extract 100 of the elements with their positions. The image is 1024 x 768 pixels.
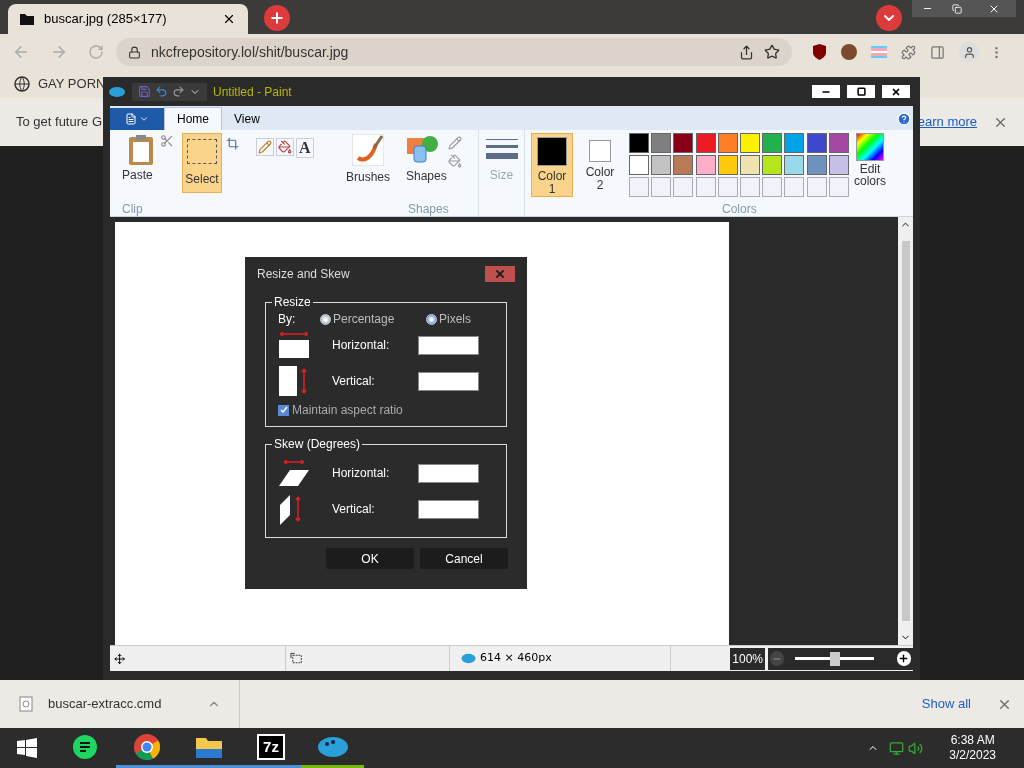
selection-icon [187, 139, 217, 164]
file-icon [18, 696, 34, 712]
palette-swatch[interactable] [695, 155, 716, 175]
window-title: Untitled - Paint [213, 83, 292, 101]
radio-option[interactable]: Pixels [426, 310, 471, 328]
palette-swatch[interactable] [784, 133, 805, 153]
scroll-thumb[interactable] [901, 241, 910, 621]
palette-swatch[interactable] [651, 133, 672, 153]
fill-icon[interactable] [276, 138, 294, 156]
scissors-icon[interactable] [160, 134, 174, 148]
close-button[interactable] [882, 85, 910, 98]
fill-icon[interactable] [448, 154, 462, 168]
group-label: Colors [722, 201, 757, 218]
field-label: Vertical: [332, 501, 376, 518]
undo-icon[interactable] [155, 85, 168, 98]
horizontal-resize-field[interactable] [418, 335, 479, 355]
profile-icon[interactable] [959, 42, 979, 62]
restore-icon [952, 3, 962, 14]
palette-swatch[interactable] [717, 133, 738, 153]
address-bar[interactable]: nkcfrepository.lol/shit/buscar.jpg [116, 38, 792, 66]
palette-swatch[interactable] [629, 155, 649, 175]
vertical-skew-field[interactable] [418, 499, 479, 519]
line-width-icon [485, 138, 518, 160]
dialog-button[interactable]: Cancel [420, 548, 508, 569]
notes-app-icon [72, 733, 98, 760]
palette-swatch[interactable] [828, 133, 849, 153]
file-name: buscar-extracc.cmd [48, 695, 162, 714]
plus-icon [269, 10, 285, 26]
dialog-button[interactable]: OK [326, 548, 414, 569]
taskbar-app[interactable]: 7z [240, 728, 302, 768]
palette-swatch[interactable] [806, 133, 827, 153]
show-all-link[interactable]: Show all [921, 694, 971, 714]
image-size: 614 × 460px [480, 650, 553, 667]
palette-swatch[interactable] [762, 133, 783, 153]
bookmark-star-icon[interactable] [764, 44, 780, 60]
palette-swatch[interactable] [740, 155, 760, 175]
document-icon [125, 113, 137, 125]
horizontal-skew-field[interactable] [418, 463, 479, 483]
crop-icon[interactable] [226, 137, 239, 150]
color-slot[interactable]: Color 2 [579, 133, 621, 197]
shield-icon[interactable] [812, 44, 827, 60]
aspect-ratio-checkbox[interactable]: Maintain aspect ratio [278, 401, 403, 419]
palette-swatch[interactable] [740, 133, 760, 153]
palette-swatch[interactable] [629, 133, 649, 153]
extensions-icon[interactable] [901, 44, 916, 60]
group-legend: Skew (Degrees) [272, 436, 363, 452]
zoom-level: 100% [730, 647, 765, 670]
file-menu-button[interactable] [110, 108, 164, 130]
browser-tab[interactable]: buscar.jpg (285×177) [8, 4, 248, 34]
close-icon[interactable] [222, 12, 236, 26]
zoom-out-icon[interactable] [770, 651, 785, 666]
palette-swatch[interactable] [806, 155, 827, 175]
avatar-icon[interactable] [841, 44, 857, 60]
field-label: Horizontal: [332, 465, 391, 482]
network-icon[interactable] [889, 740, 905, 756]
clock[interactable]: 6:38 AM 3/2/2023 [949, 733, 996, 763]
tab-search-button[interactable] [876, 5, 902, 31]
horizontal-skew-icon [278, 459, 310, 487]
help-icon[interactable] [897, 112, 911, 126]
radio-option[interactable]: Percentage [320, 310, 426, 328]
vertical-scrollbar[interactable] [898, 217, 913, 645]
color-slot[interactable]: Color 1 [531, 133, 573, 197]
volume-icon[interactable] [908, 740, 924, 756]
redo-icon[interactable] [172, 85, 185, 98]
select-tool[interactable]: Select [182, 133, 222, 193]
outline-icon[interactable] [448, 136, 462, 150]
zoom-in-icon[interactable] [896, 651, 911, 666]
share-icon[interactable] [739, 44, 754, 60]
empty-swatch[interactable] [740, 177, 760, 197]
palette-swatch[interactable] [784, 155, 805, 175]
palette-swatch[interactable] [762, 155, 783, 175]
edit-colors-button[interactable]: Edit colors [850, 163, 890, 187]
palette-swatch[interactable] [695, 133, 716, 153]
palette-swatch[interactable] [651, 155, 672, 175]
minimize-button[interactable] [812, 85, 840, 98]
palette-swatch[interactable] [673, 155, 694, 175]
maximize-button[interactable] [847, 85, 875, 98]
palette-swatch[interactable] [717, 155, 738, 175]
dialog-title: Resize and Skew [257, 266, 350, 283]
palette-swatch[interactable] [828, 155, 849, 175]
ribbon-label: Brushes [346, 169, 390, 186]
slider-thumb[interactable] [829, 651, 840, 666]
pencil-icon[interactable] [256, 138, 274, 156]
lock-icon [128, 45, 141, 59]
ribbon-tab[interactable]: View [222, 107, 272, 130]
palette-icon [317, 735, 349, 758]
close-icon [891, 86, 901, 97]
ribbon-label: Size [489, 167, 514, 184]
browser-icon [133, 732, 161, 761]
side-panel-icon[interactable] [930, 44, 945, 60]
vertical-resize-field[interactable] [418, 371, 479, 391]
palette-swatch[interactable] [673, 133, 694, 153]
palette-icon [461, 653, 476, 664]
info-message: To get future G [16, 113, 102, 132]
new-tab-button[interactable] [264, 5, 290, 31]
text-tool-icon[interactable]: A [296, 138, 314, 158]
empty-swatch[interactable] [629, 177, 649, 197]
close-icon [494, 268, 506, 280]
ribbon-tab[interactable]: Home [164, 107, 222, 130]
windows-logo-icon [17, 738, 37, 758]
